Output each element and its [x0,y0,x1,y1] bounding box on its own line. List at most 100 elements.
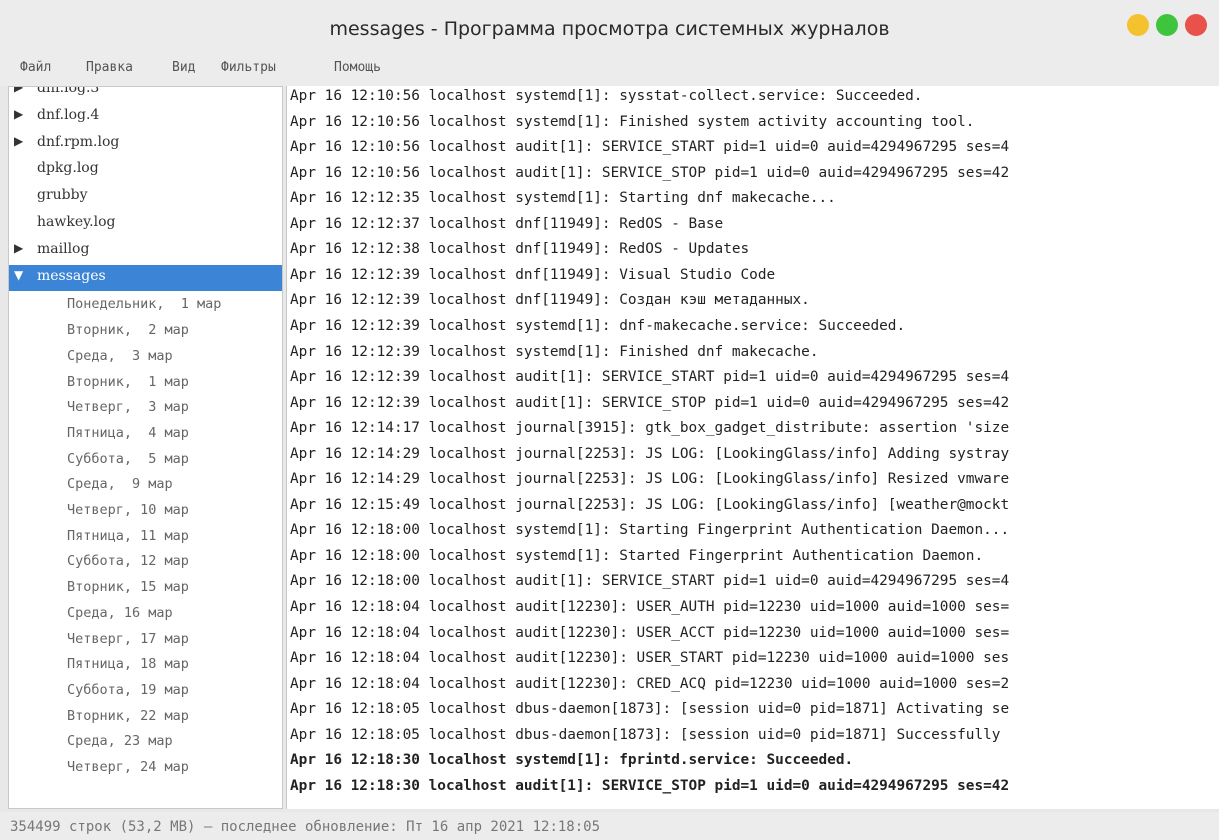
tree-item-label: messages [37,267,106,284]
log-line[interactable]: Apr 16 12:12:39 localhost systemd[1]: dn… [290,318,905,343]
log-line[interactable]: Apr 16 12:12:37 localhost dnf[11949]: Re… [290,216,723,241]
log-line[interactable]: Apr 16 12:18:04 localhost audit[12230]: … [290,625,1009,650]
menu-view[interactable]: Вид [172,60,195,75]
log-line[interactable]: Apr 16 12:18:05 localhost dbus-daemon[18… [290,727,1000,752]
date-item[interactable]: Суббота, 19 мар [9,677,282,703]
date-item[interactable]: Четверг, 3 мар [9,394,282,420]
title-bar: messages - Программа просмотра системных… [0,0,1219,60]
tree-item[interactable]: ▶ dnf.rpm.log [9,131,282,157]
log-view[interactable]: Apr 16 12:10:56 localhost systemd[1]: sy… [286,86,1219,809]
status-bar: 354499 строк (53,2 MB) — последнее обнов… [0,812,1219,840]
log-line[interactable]: Apr 16 12:10:56 localhost audit[1]: SERV… [290,139,1009,164]
date-item[interactable]: Пятница, 18 мар [9,651,282,677]
menu-bar: Файл Правка Вид Фильтры Помощь [0,60,1219,86]
menu-edit[interactable]: Правка [86,60,133,75]
log-line[interactable]: Apr 16 12:12:39 localhost systemd[1]: Fi… [290,344,819,369]
collapsed-arrow-icon[interactable]: ▶ [14,241,23,255]
date-item[interactable]: Пятница, 4 мар [9,420,282,446]
window-title: messages - Программа просмотра системных… [329,18,890,40]
tree-item-label: dnf.rpm.log [37,133,120,150]
date-item[interactable]: Понедельник, 1 мар [9,291,282,317]
log-line[interactable]: Apr 16 12:12:35 localhost systemd[1]: St… [290,190,836,215]
date-item[interactable]: Среда, 3 мар [9,343,282,369]
date-item-label: Четверг, 3 мар [67,399,189,416]
log-line[interactable]: Apr 16 12:12:39 localhost dnf[11949]: Vi… [290,267,775,292]
date-item[interactable]: Вторник, 15 мар [9,574,282,600]
log-file-tree[interactable]: ▶ dnf.log.3 ▶ dnf.log.4 ▶ dnf.rpm.log dpkg.log… [8,86,283,809]
collapsed-arrow-icon[interactable]: ▶ [14,107,23,121]
collapsed-arrow-icon[interactable]: ▶ [14,134,23,148]
status-text: 354499 строк (53,2 MB) — последнее обнов… [10,819,601,835]
menu-help[interactable]: Помощь [334,60,381,75]
date-item-label: Суббота, 19 мар [67,681,189,698]
log-line[interactable]: Apr 16 12:18:05 localhost dbus-daemon[18… [290,701,1009,726]
date-item[interactable]: Четверг, 10 мар [9,497,282,523]
date-item-label: Вторник, 15 мар [67,579,189,596]
date-item[interactable]: Вторник, 2 мар [9,317,282,343]
date-item-label: Вторник, 2 мар [67,322,189,339]
log-line[interactable]: Apr 16 12:18:00 localhost audit[1]: SERV… [290,573,1009,598]
date-item-label: Понедельник, 1 мар [67,296,222,313]
log-line[interactable]: Apr 16 12:12:39 localhost audit[1]: SERV… [290,395,1009,420]
date-item-label: Среда, 16 мар [67,604,173,621]
log-line[interactable]: Apr 16 12:18:04 localhost audit[12230]: … [290,676,1009,701]
log-line[interactable]: Apr 16 12:12:39 localhost audit[1]: SERV… [290,369,1009,394]
date-item[interactable]: Суббота, 12 мар [9,548,282,574]
date-item-label: Четверг, 17 мар [67,630,189,647]
menu-filters[interactable]: Фильтры [221,60,276,75]
date-item[interactable]: Вторник, 22 мар [9,703,282,729]
tree-item-label: dnf.log.4 [37,106,100,123]
log-line[interactable]: Apr 16 12:18:30 localhost audit[1]: SERV… [290,778,1009,803]
date-item[interactable]: Четверг, 17 мар [9,626,282,652]
log-line[interactable]: Apr 16 12:18:04 localhost audit[12230]: … [290,599,1009,624]
date-item-label: Пятница, 11 мар [67,527,189,544]
tree-item[interactable]: ▶ dnf.log.4 [9,104,282,130]
log-line[interactable]: Apr 16 12:15:49 localhost journal[2253]:… [290,497,1009,522]
date-item-label: Четверг, 10 мар [67,502,189,518]
date-item[interactable]: Четверг, 24 мар [9,754,282,780]
log-line[interactable]: Apr 16 12:18:00 localhost systemd[1]: St… [290,522,1009,547]
log-line[interactable]: Apr 16 12:10:56 localhost systemd[1]: sy… [290,88,922,113]
date-item[interactable]: Суббота, 5 мар [9,446,282,472]
date-item-label: Среда, 23 мар [67,733,173,750]
date-item[interactable]: Среда, 9 мар [9,471,282,497]
log-line[interactable]: Apr 16 12:12:39 localhost dnf[11949]: Со… [290,292,810,317]
tree-item-label: maillog [37,240,90,257]
log-line[interactable]: Apr 16 12:18:30 localhost systemd[1]: fp… [290,752,853,777]
log-line[interactable]: Apr 16 12:14:29 localhost journal[2253]:… [290,446,1009,471]
menu-file[interactable]: Файл [20,60,51,75]
tree-item[interactable]: ▶ maillog [9,238,282,264]
maximize-button[interactable] [1156,14,1178,36]
tree-item[interactable]: hawkey.log [9,211,282,237]
date-item-label: Среда, 9 мар [67,476,173,493]
tree-item[interactable]: ▶ dnf.log.3 [9,86,282,103]
close-button[interactable] [1185,14,1207,36]
expanded-arrow-icon[interactable]: ▼ [14,268,23,282]
date-item-label: Вторник, 22 мар [67,707,189,724]
date-item[interactable]: Среда, 16 мар [9,600,282,626]
date-item-label: Среда, 3 мар [67,347,173,364]
log-line[interactable]: Apr 16 12:18:00 localhost systemd[1]: St… [290,548,983,573]
date-item-label: Пятница, 18 мар [67,656,189,673]
date-item-label: Суббота, 5 мар [67,450,189,467]
log-line[interactable]: Apr 16 12:18:04 localhost audit[12230]: … [290,650,1009,675]
date-item[interactable]: Пятница, 11 мар [9,523,282,549]
tree-item-label: dpkg.log [37,160,99,177]
log-line[interactable]: Apr 16 12:10:56 localhost systemd[1]: Fi… [290,114,974,139]
log-line[interactable]: Apr 16 12:10:56 localhost audit[1]: SERV… [290,165,1009,190]
collapsed-arrow-icon[interactable]: ▶ [14,87,23,94]
log-line[interactable]: Apr 16 12:14:29 localhost journal[2253]:… [290,471,1009,496]
date-item[interactable]: Вторник, 1 мар [9,369,282,395]
date-item[interactable]: Среда, 23 мар [9,728,282,754]
tree-item[interactable]: ▼ messages [9,264,282,291]
date-item-label: Вторник, 1 мар [67,373,189,390]
tree-item-label: dnf.log.3 [37,86,100,96]
tree-item[interactable]: grubby [9,184,282,210]
log-line[interactable]: Apr 16 12:12:38 localhost dnf[11949]: Re… [290,241,749,266]
tree-item-label: grubby [37,187,88,204]
tree-item[interactable]: dpkg.log [9,157,282,183]
log-line[interactable]: Apr 16 12:14:17 localhost journal[3915]:… [290,420,1009,445]
tree-item-label: hawkey.log [37,214,116,230]
date-item-label: Четверг, 24 мар [67,759,189,775]
minimize-button[interactable] [1127,14,1149,36]
